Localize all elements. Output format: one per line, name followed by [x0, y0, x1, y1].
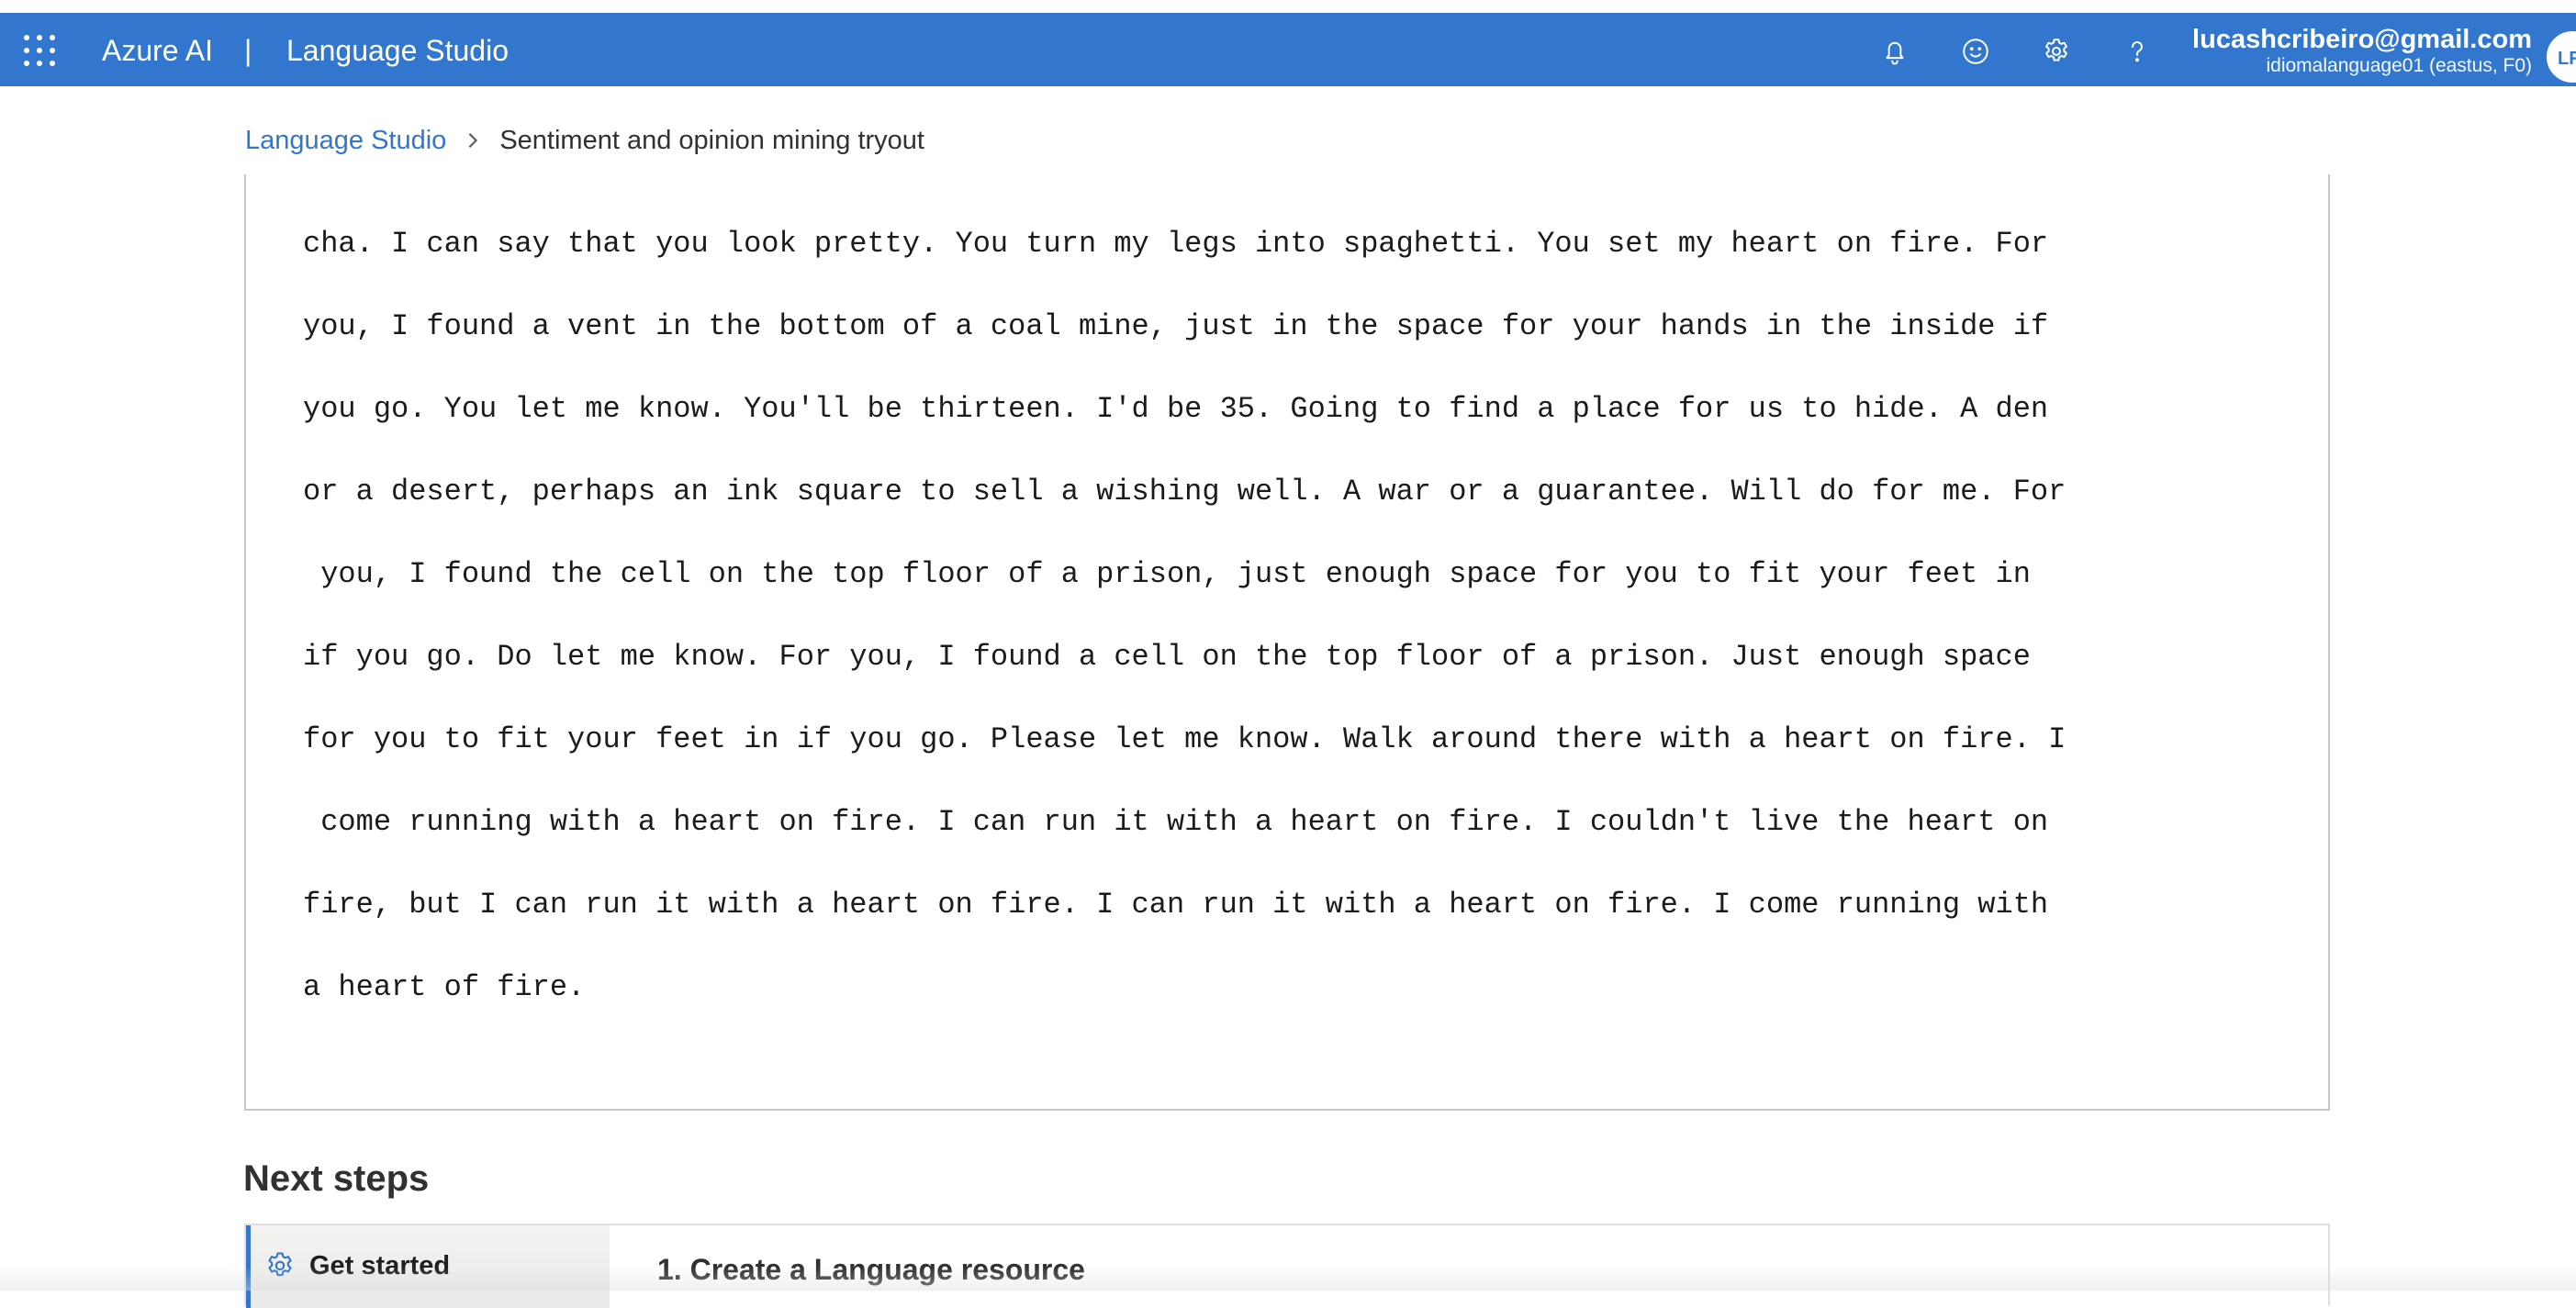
chevron-right-icon: [468, 133, 478, 148]
gear-icon[interactable]: [2036, 31, 2077, 72]
smiley-icon[interactable]: [1955, 31, 1996, 72]
text-line: fire, but I can run it with a heart on f…: [303, 888, 2049, 922]
breadcrumb-current: Sentiment and opinion mining tryout: [499, 126, 924, 155]
text-line: if you go. Do let me know. For you, I fo…: [303, 640, 2031, 674]
breadcrumb: Language Studio Sentiment and opinion mi…: [245, 123, 924, 158]
next-steps-panel: Get started 1. Create a Language resourc…: [244, 1224, 2330, 1308]
brand-name[interactable]: Azure AI: [102, 32, 213, 69]
bell-icon[interactable]: [1875, 31, 1915, 72]
text-line: come running with a heart on fire. I can…: [303, 805, 2049, 839]
text-line: you go. You let me know. You'll be thirt…: [303, 392, 2049, 426]
text-line: a heart of fire.: [303, 970, 586, 1004]
avatar[interactable]: LR: [2547, 31, 2576, 83]
breadcrumb-home-link[interactable]: Language Studio: [245, 123, 446, 158]
input-text-area[interactable]: cha. I can say that you look pretty. You…: [244, 174, 2330, 1111]
text-line: cha. I can say that you look pretty. You…: [303, 227, 2049, 261]
bottom-fade: [0, 1267, 2576, 1291]
top-strip: [0, 0, 2576, 13]
product-name[interactable]: Language Studio: [286, 32, 509, 69]
text-line: you, I found the cell on the top floor o…: [303, 557, 2031, 591]
next-steps-heading: Next steps: [243, 1158, 430, 1199]
text-line: you, I found a vent in the bottom of a c…: [303, 309, 2049, 343]
text-line: or a desert, perhaps an ink square to se…: [303, 475, 2066, 509]
brand-separator: |: [244, 34, 252, 67]
waffle-icon[interactable]: [24, 35, 55, 66]
help-icon[interactable]: [2117, 31, 2157, 72]
account-info[interactable]: lucashcribeiro@gmail.com idiomalanguage0…: [2192, 24, 2532, 77]
app-header: Azure AI | Language Studio lucashcribeir…: [0, 13, 2576, 86]
text-line: for you to fit your feet in if you go. P…: [303, 722, 2066, 756]
account-resource: idiomalanguage01 (eastus, F0): [2266, 55, 2532, 76]
account-email: lucashcribeiro@gmail.com: [2192, 25, 2532, 54]
